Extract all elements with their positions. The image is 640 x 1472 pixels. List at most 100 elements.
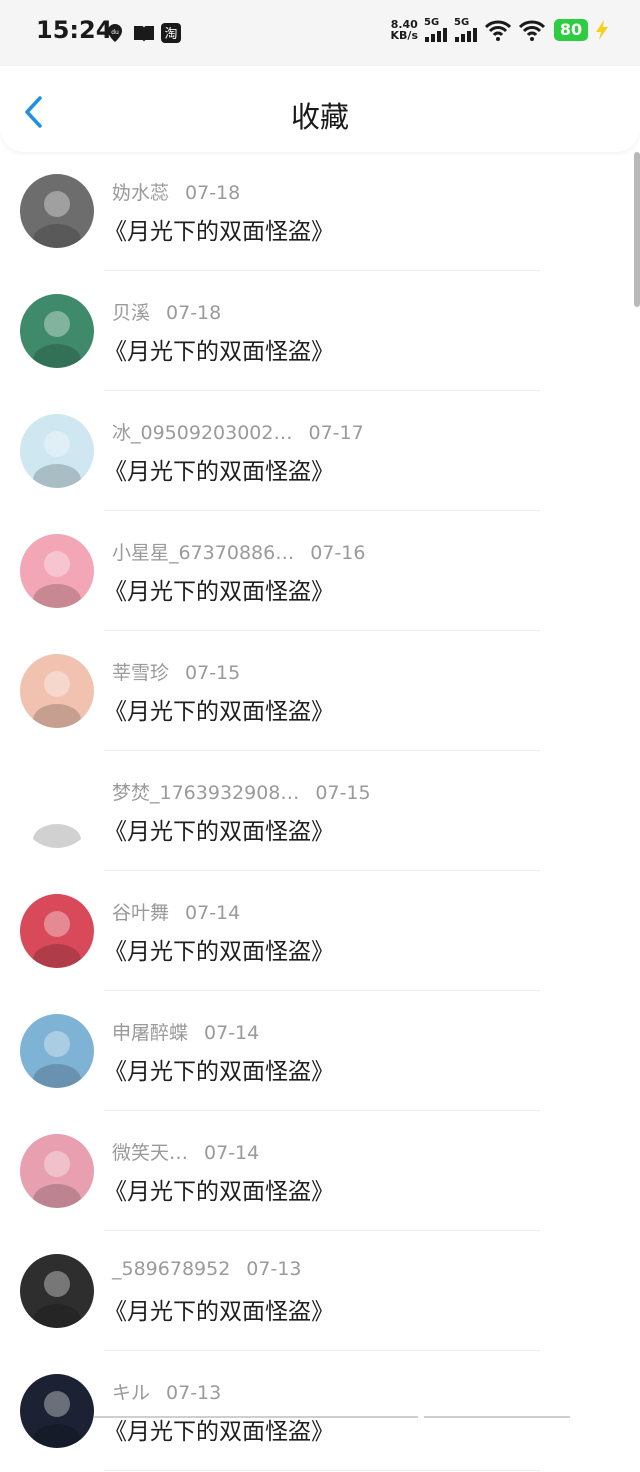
charging-bolt-icon — [596, 20, 608, 40]
signal-2: 5G — [454, 18, 478, 42]
avatar[interactable] — [20, 534, 94, 608]
avatar[interactable] — [20, 774, 94, 848]
item-meta: 微笑天… 07-14 — [112, 1138, 259, 1165]
favorites-list: 妫水蕊 07-18 《月光下的双面怪盗》 贝溪 07-18 《月光下的双面怪盗》 冰_095… — [0, 152, 640, 1472]
list-item[interactable]: 申屠醉蝶 07-14 《月光下的双面怪盗》 — [0, 992, 640, 1112]
signal-1: 5G — [424, 18, 448, 42]
list-item[interactable]: 梦焚_1763932908… 07-15 《月光下的双面怪盗》 — [0, 752, 640, 872]
username[interactable]: 梦焚_1763932908… — [112, 782, 299, 804]
book-title[interactable]: 《月光下的双面怪盗》 — [104, 812, 334, 846]
list-item[interactable]: キル 07-13 《月光下的双面怪盗》 — [0, 1352, 640, 1472]
item-meta: 谷叶舞 07-14 — [112, 898, 240, 925]
bottom-divider-left — [94, 1416, 418, 1418]
username[interactable]: 谷叶舞 — [112, 902, 169, 924]
book-title[interactable]: 《月光下的双面怪盗》 — [104, 332, 334, 366]
username[interactable]: 申屠醉蝶 — [112, 1022, 188, 1044]
username[interactable]: 妫水蕊 — [112, 182, 169, 204]
book-title[interactable]: 《月光下的双面怪盗》 — [104, 572, 334, 606]
username[interactable]: 冰_09509203002… — [112, 422, 292, 444]
signal-1-label: 5G — [424, 17, 440, 28]
avatar[interactable] — [20, 414, 94, 488]
avatar[interactable] — [20, 1134, 94, 1208]
item-meta: 小星星_67370886… 07-16 — [112, 538, 365, 565]
battery-level: 80 — [554, 19, 588, 41]
book-title[interactable]: 《月光下的双面怪盗》 — [104, 212, 334, 246]
signal-bars-icon — [425, 28, 447, 42]
network-speed: 8.40 KB/s — [391, 19, 418, 41]
divider — [104, 750, 540, 751]
list-item[interactable]: _589678952 07-13 《月光下的双面怪盗》 — [0, 1232, 640, 1352]
divider — [104, 390, 540, 391]
book-title[interactable]: 《月光下的双面怪盗》 — [104, 1292, 334, 1326]
location-app-icon: du — [104, 22, 126, 48]
avatar[interactable] — [20, 174, 94, 248]
item-date: 07-15 — [185, 662, 241, 684]
avatar[interactable] — [20, 1374, 94, 1448]
wifi-icon — [518, 20, 546, 41]
list-item[interactable]: 妫水蕊 07-18 《月光下的双面怪盗》 — [0, 152, 640, 272]
username[interactable]: キル — [112, 1382, 150, 1404]
item-meta: _589678952 07-13 — [112, 1258, 302, 1280]
item-meta: キル 07-13 — [112, 1378, 221, 1405]
item-date: 07-18 — [166, 302, 222, 324]
item-date: 07-13 — [166, 1382, 222, 1404]
signal-bars-icon — [455, 28, 477, 42]
book-title[interactable]: 《月光下的双面怪盗》 — [104, 1052, 334, 1086]
status-right-group: 8.40 KB/s 5G 5G 80 — [391, 18, 610, 42]
divider — [104, 510, 540, 511]
item-meta: 梦焚_1763932908… 07-15 — [112, 778, 371, 805]
item-date: 07-13 — [246, 1258, 302, 1280]
book-title[interactable]: 《月光下的双面怪盗》 — [104, 1172, 334, 1206]
svg-text:du: du — [111, 29, 119, 36]
avatar[interactable] — [20, 894, 94, 968]
divider — [104, 630, 540, 631]
taobao-app-icon: 淘 — [160, 22, 182, 48]
item-meta: 申屠醉蝶 07-14 — [112, 1018, 259, 1045]
status-time: 15:24 — [36, 16, 113, 44]
item-date: 07-14 — [204, 1022, 260, 1044]
list-item[interactable]: 莘雪珍 07-15 《月光下的双面怪盗》 — [0, 632, 640, 752]
username[interactable]: 小星星_67370886… — [112, 542, 294, 564]
book-title[interactable]: 《月光下的双面怪盗》 — [104, 452, 334, 486]
divider — [104, 1230, 540, 1231]
item-date: 07-14 — [185, 902, 241, 924]
app-header: 收藏 — [0, 66, 640, 152]
page-title: 收藏 — [290, 100, 349, 134]
item-meta: 冰_09509203002… 07-17 — [112, 418, 364, 445]
divider — [104, 1470, 540, 1471]
username[interactable]: 微笑天… — [112, 1142, 188, 1164]
scrollbar[interactable] — [634, 152, 640, 307]
divider — [104, 990, 540, 991]
svg-text:淘: 淘 — [164, 27, 177, 42]
network-speed-unit: KB/s — [390, 29, 418, 42]
avatar[interactable] — [20, 654, 94, 728]
list-item[interactable]: 冰_09509203002… 07-17 《月光下的双面怪盗》 — [0, 392, 640, 512]
avatar[interactable] — [20, 294, 94, 368]
item-date: 07-17 — [308, 422, 364, 444]
status-bar: 15:24 du 淘 8.40 KB/s 5G 5G 80 — [0, 0, 640, 66]
wifi-icon — [484, 20, 512, 41]
username[interactable]: 莘雪珍 — [112, 662, 169, 684]
list-item[interactable]: 小星星_67370886… 07-16 《月光下的双面怪盗》 — [0, 512, 640, 632]
list-item[interactable]: 贝溪 07-18 《月光下的双面怪盗》 — [0, 272, 640, 392]
divider — [104, 870, 540, 871]
book-app-icon — [132, 22, 156, 48]
item-date: 07-14 — [204, 1142, 260, 1164]
item-date: 07-16 — [310, 542, 366, 564]
username[interactable]: 贝溪 — [112, 302, 150, 324]
list-item[interactable]: 谷叶舞 07-14 《月光下的双面怪盗》 — [0, 872, 640, 992]
avatar[interactable] — [20, 1254, 94, 1328]
signal-2-label: 5G — [454, 17, 470, 28]
book-title[interactable]: 《月光下的双面怪盗》 — [104, 932, 334, 966]
divider — [104, 270, 540, 271]
item-date: 07-18 — [185, 182, 241, 204]
list-item[interactable]: 微笑天… 07-14 《月光下的双面怪盗》 — [0, 1112, 640, 1232]
avatar[interactable] — [20, 1014, 94, 1088]
item-meta: 妫水蕊 07-18 — [112, 178, 240, 205]
bottom-divider-right — [424, 1416, 570, 1418]
item-meta: 贝溪 07-18 — [112, 298, 221, 325]
divider — [104, 1110, 540, 1111]
item-date: 07-15 — [315, 782, 371, 804]
username[interactable]: _589678952 — [112, 1258, 230, 1280]
book-title[interactable]: 《月光下的双面怪盗》 — [104, 692, 334, 726]
